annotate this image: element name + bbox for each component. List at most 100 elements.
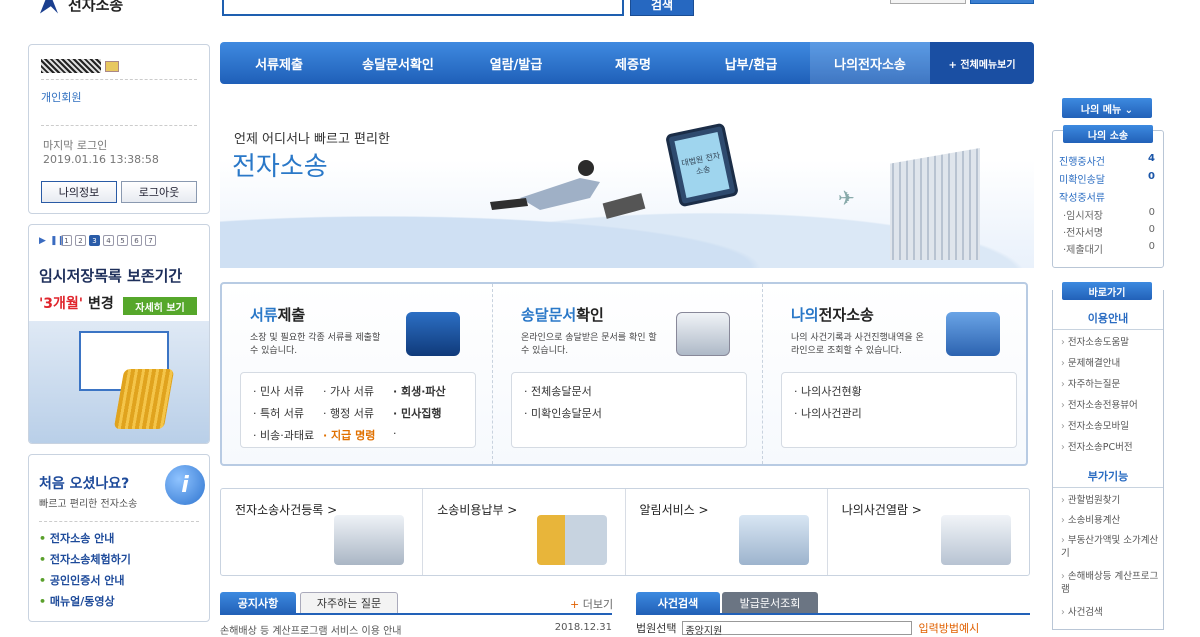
link-manual-video[interactable]: 매뉴얼/동영상 bbox=[39, 593, 199, 609]
link-ecourt-trial[interactable]: 전자소송체험하기 bbox=[39, 551, 199, 567]
doc-family[interactable]: 가사 서류 bbox=[323, 383, 393, 399]
court-select-row: 법원선택 종앙지원 입력방법예시 bbox=[636, 620, 979, 637]
banner-page-3[interactable]: 3 bbox=[89, 235, 100, 246]
first-visit-panel: 처음 오셨나요? 빠르고 편리한 전자소송 i 전자소송 안내 전자소송체험하기… bbox=[28, 454, 210, 622]
monitor-screen: 대법원 전자소송 bbox=[674, 132, 730, 198]
nav-payment-refund[interactable]: 납부/환급 bbox=[692, 42, 810, 84]
banner-page-1[interactable]: 1 bbox=[61, 235, 72, 246]
broom-illustration bbox=[29, 321, 209, 443]
quick-case-view[interactable]: 나의사건열람 > bbox=[828, 489, 1029, 575]
folder-search-icon bbox=[946, 312, 1000, 356]
my-case-e-sign[interactable]: ·전자서명 0 bbox=[1059, 224, 1155, 239]
doc-nonlit[interactable]: 비송·과태료 bbox=[253, 427, 323, 443]
nav-document-submit[interactable]: 서류제출 bbox=[220, 42, 338, 84]
tab-case-search[interactable]: 사건검색 bbox=[636, 592, 720, 614]
shortcut-panel: 이용안내 전자소송도움말 문제해결안내 자주하는질문 전자소송전용뷰어 전자소송… bbox=[1052, 290, 1164, 630]
doc-bankruptcy[interactable]: 회생·파산 bbox=[393, 383, 463, 399]
all-delivery-docs[interactable]: 전체송달문서 bbox=[524, 383, 734, 399]
site-logo[interactable]: 전자소송 bbox=[40, 0, 123, 15]
first-visit-links: 전자소송 안내 전자소송체험하기 공인인증서 안내 매뉴얼/동영상 bbox=[39, 521, 199, 614]
service-title[interactable]: 서류제출 bbox=[250, 304, 305, 325]
tab-faq[interactable]: 자주하는 질문 bbox=[300, 592, 398, 614]
service-document-submit: 서류제출 소장 및 필요한 각종 서류를 제출할 수 있습니다. 민사 서류가사… bbox=[222, 284, 488, 464]
search-input[interactable] bbox=[222, 0, 624, 16]
hero-title: 전자소송 bbox=[232, 152, 328, 182]
my-info-button[interactable]: 나의정보 bbox=[41, 181, 117, 203]
quick-fee-payment[interactable]: 소송비용납부 > bbox=[423, 489, 626, 575]
service-panel: 서류제출 소장 및 필요한 각종 서류를 제출할 수 있습니다. 민사 서류가사… bbox=[220, 282, 1028, 466]
link-ecourt-guide[interactable]: 전자소송 안내 bbox=[39, 530, 199, 546]
my-case-status[interactable]: 나의사건현황 bbox=[794, 383, 1004, 399]
my-menu-button[interactable]: 나의 메뉴 ⌄ bbox=[1062, 98, 1152, 118]
top-util-button-blue[interactable] bbox=[970, 0, 1034, 4]
nav-delivery-check[interactable]: 송달문서확인 bbox=[338, 42, 458, 84]
doc-civil-exec[interactable]: 민사집행 bbox=[393, 405, 463, 421]
doc-patent[interactable]: 특허 서류 bbox=[253, 405, 323, 421]
banner-page-5[interactable]: 5 bbox=[117, 235, 128, 246]
shortcut-realty-calc[interactable]: 부동산가액및 소가계산기 bbox=[1061, 534, 1161, 560]
tab-issued-doc[interactable]: 발급문서조회 bbox=[722, 592, 818, 614]
court-building-illustration bbox=[890, 148, 980, 260]
member-type: 개인회원 bbox=[41, 91, 82, 104]
tab-notice[interactable]: 공지사항 bbox=[220, 592, 296, 614]
quick-case-register[interactable]: 전자소송사건등록 > bbox=[221, 489, 424, 575]
banner-page-6[interactable]: 6 bbox=[131, 235, 142, 246]
top-util-button[interactable] bbox=[890, 0, 966, 4]
banner-pager: ▶ ❚❚ 1 2 3 4 5 6 7 bbox=[39, 235, 156, 246]
banner-subtitle: '3개월' 변경 bbox=[39, 293, 114, 313]
last-login-label: 마지막 로그인 bbox=[43, 139, 108, 152]
shortcut-mobile[interactable]: 전자소송모바일 bbox=[1061, 420, 1161, 433]
shortcut-faq[interactable]: 자주하는질문 bbox=[1061, 378, 1161, 391]
banner-page-2[interactable]: 2 bbox=[75, 235, 86, 246]
service-title[interactable]: 나의전자소송 bbox=[791, 304, 874, 325]
doc-admin[interactable]: 행정 서류 bbox=[323, 405, 393, 421]
nav-certificate[interactable]: 제증명 bbox=[574, 42, 692, 84]
shortcut-troubleshoot[interactable]: 문제해결안내 bbox=[1061, 357, 1161, 370]
nav-view-issue[interactable]: 열람/발급 bbox=[458, 42, 574, 84]
first-visit-subtitle: 빠르고 편리한 전자소송 bbox=[39, 499, 138, 510]
court-select[interactable]: 종앙지원 bbox=[682, 621, 913, 637]
my-case-temp-save[interactable]: ·임시저장 0 bbox=[1059, 207, 1155, 222]
shortcut-case-search[interactable]: 사건검색 bbox=[1061, 606, 1161, 619]
notice-more-link[interactable]: 더보기 bbox=[570, 596, 613, 612]
search-button[interactable]: 검색 bbox=[630, 0, 694, 16]
my-case-manage[interactable]: 나의사건관리 bbox=[794, 405, 1004, 421]
quick-alert-service[interactable]: 알림서비스 > bbox=[626, 489, 828, 575]
all-menu-button[interactable]: + 전체메뉴보기 bbox=[930, 42, 1034, 84]
user-name-masked bbox=[41, 59, 101, 73]
unread-delivery-docs[interactable]: 미확인송달문서 bbox=[524, 405, 734, 421]
doc-payment-order[interactable]: 지급 명령 bbox=[323, 427, 393, 443]
calendar-mic-icon bbox=[738, 515, 809, 565]
bird-icon: ✈ bbox=[838, 186, 855, 210]
shortcut-pc[interactable]: 전자소송PC버전 bbox=[1061, 441, 1161, 454]
login-panel: 개인회원 마지막 로그인 2019.01.16 13:38:58 나의정보 로그… bbox=[28, 44, 210, 214]
last-login-time: 2019.01.16 13:38:58 bbox=[43, 153, 159, 166]
info-icon: i bbox=[165, 465, 205, 505]
broom-icon bbox=[113, 369, 175, 429]
my-case-submit-wait[interactable]: ·제출대기 0 bbox=[1059, 241, 1155, 256]
shortcut-fee-calc[interactable]: 소송비용계산 bbox=[1061, 514, 1161, 527]
input-guide-link[interactable]: 입력방법예시 bbox=[918, 620, 979, 636]
document-mouse-icon bbox=[941, 515, 1011, 565]
banner-page-4[interactable]: 4 bbox=[103, 235, 114, 246]
shortcut-find-court[interactable]: 관할법원찾기 bbox=[1061, 494, 1161, 507]
my-case-drafting[interactable]: 작성중서류 bbox=[1059, 189, 1155, 204]
doc-civil[interactable]: 민사 서류 bbox=[253, 383, 323, 399]
businessman-illustration bbox=[490, 160, 646, 219]
service-desc: 소장 및 필요한 각종 서류를 제출할 수 있습니다. bbox=[250, 333, 381, 356]
my-case-unread[interactable]: 미확인송달 0 bbox=[1059, 171, 1155, 186]
shortcut-damage-calc[interactable]: 손해배상등 계산프로그램 bbox=[1061, 570, 1161, 596]
nav-my-ecourt[interactable]: 나의전자소송 bbox=[810, 42, 930, 84]
banner-page-7[interactable]: 7 bbox=[145, 235, 156, 246]
play-icon[interactable]: ▶ bbox=[39, 236, 47, 246]
shortcut-help[interactable]: 전자소송도움말 bbox=[1061, 336, 1161, 349]
logout-button[interactable]: 로그아웃 bbox=[121, 181, 197, 203]
shortcut-head: 바로가기 bbox=[1062, 282, 1152, 300]
my-case-ongoing[interactable]: 진행중사건 4 bbox=[1059, 153, 1155, 168]
pause-icon[interactable]: ❚❚ bbox=[50, 236, 65, 246]
shortcut-viewer[interactable]: 전자소송전용뷰어 bbox=[1061, 399, 1161, 412]
logo-text: 전자소송 bbox=[68, 0, 124, 14]
banner-more-button[interactable]: 자세히 보기 bbox=[123, 297, 197, 315]
link-cert-guide[interactable]: 공인인증서 안내 bbox=[39, 572, 199, 588]
service-title[interactable]: 송달문서확인 bbox=[521, 304, 604, 325]
